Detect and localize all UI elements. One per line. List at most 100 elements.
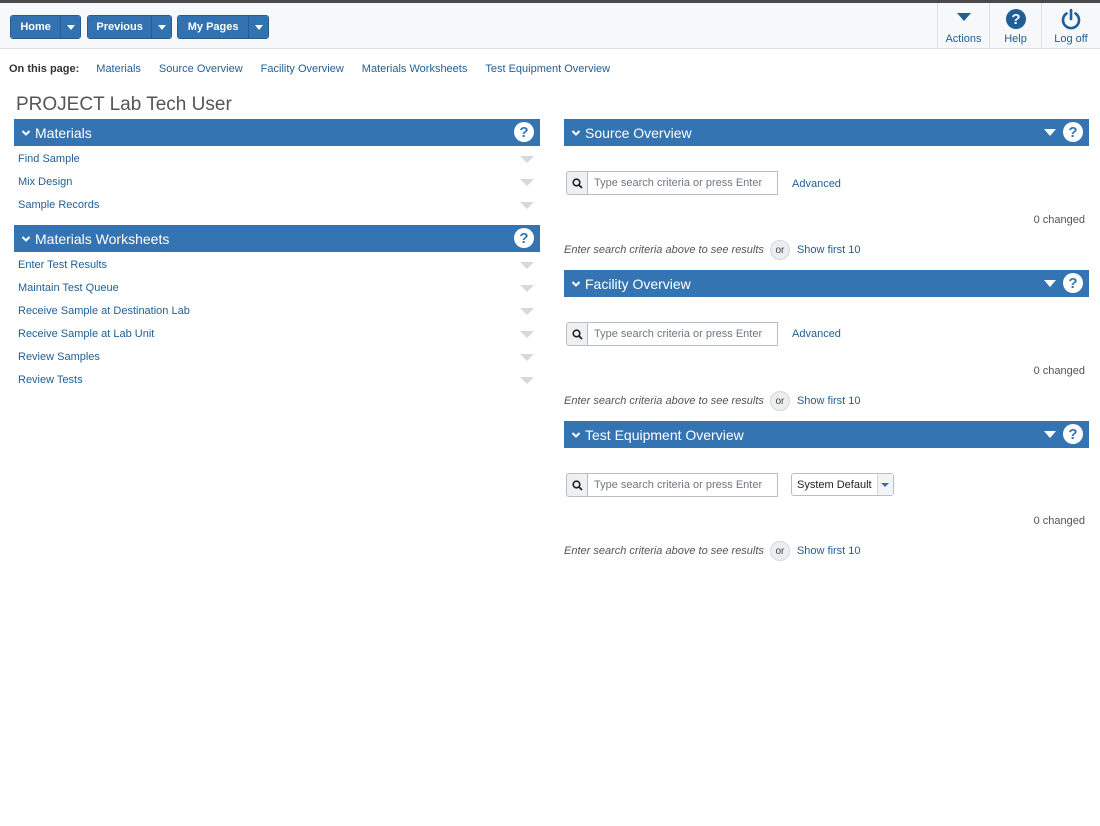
anchor-link-materials-worksheets[interactable]: Materials Worksheets <box>362 63 468 75</box>
previous-dropdown-button[interactable] <box>151 16 171 38</box>
materials-panel-header[interactable]: Materials ? <box>14 119 540 146</box>
or-badge: or <box>769 541 790 561</box>
or-badge: or <box>769 391 790 411</box>
panel-menu-icon[interactable] <box>1044 129 1056 136</box>
worksheets-panel-header[interactable]: Materials Worksheets ? <box>14 225 540 252</box>
source-search-input[interactable] <box>587 171 778 195</box>
source-advanced-link[interactable]: Advanced <box>792 178 841 190</box>
power-icon <box>1061 8 1081 30</box>
panel-menu-icon[interactable] <box>1044 280 1056 287</box>
search-button[interactable] <box>566 473 587 497</box>
help-icon[interactable]: ? <box>1063 273 1083 293</box>
facility-panel-header[interactable]: Facility Overview ? <box>564 270 1089 297</box>
page-title: PROJECT Lab Tech User <box>16 94 232 115</box>
equipment-panel-title: Test Equipment Overview <box>585 426 744 443</box>
my-pages-button[interactable]: My Pages <box>178 16 249 38</box>
list-item[interactable]: Find Sample <box>18 149 534 169</box>
equipment-search-input[interactable] <box>587 473 778 497</box>
equipment-changed-count: 0 changed <box>1033 515 1085 527</box>
my-pages-split-button: My Pages <box>177 15 269 39</box>
home-split-button: Home <box>10 15 81 39</box>
list-item[interactable]: Mix Design <box>18 172 534 192</box>
caret-down-icon[interactable] <box>520 201 534 209</box>
source-search <box>566 171 778 195</box>
help-icon[interactable]: ? <box>1063 122 1083 142</box>
help-icon[interactable]: ? <box>514 228 534 248</box>
caret-down-icon[interactable] <box>520 284 534 292</box>
equipment-view-select[interactable]: System Default <box>791 473 894 496</box>
svg-text:?: ? <box>1011 11 1020 28</box>
search-icon <box>571 177 583 189</box>
chevron-down-icon <box>254 24 263 30</box>
list-item[interactable]: Review Samples <box>18 347 534 367</box>
search-button[interactable] <box>566 171 587 195</box>
actions-button[interactable]: Actions <box>937 3 989 49</box>
search-icon <box>571 479 583 491</box>
caret-down-icon[interactable] <box>520 261 534 269</box>
caret-down-icon[interactable] <box>520 307 534 315</box>
previous-split-button: Previous <box>87 15 172 39</box>
facility-hint: Enter search criteria above to see resul… <box>564 391 861 411</box>
caret-down-icon <box>956 13 971 21</box>
source-show-first-link[interactable]: Show first 10 <box>797 244 861 256</box>
help-icon[interactable]: ? <box>514 122 534 142</box>
equipment-view-select-value: System Default <box>797 478 872 491</box>
top-toolbar: Home Previous My Pages Actions ? Help Lo… <box>0 0 1100 49</box>
chevron-down-icon <box>157 24 166 30</box>
anchor-link-materials[interactable]: Materials <box>96 63 141 75</box>
my-pages-dropdown-button[interactable] <box>248 16 268 38</box>
previous-button[interactable]: Previous <box>88 16 152 38</box>
home-dropdown-button[interactable] <box>60 16 80 38</box>
help-icon[interactable]: ? <box>1063 424 1083 444</box>
anchor-link-facility-overview[interactable]: Facility Overview <box>261 63 344 75</box>
actions-label: Actions <box>945 33 982 45</box>
facility-changed-count: 0 changed <box>1033 365 1085 377</box>
source-hint: Enter search criteria above to see resul… <box>564 240 861 260</box>
facility-search-input[interactable] <box>587 322 778 346</box>
help-button[interactable]: ? Help <box>989 3 1041 49</box>
home-button[interactable]: Home <box>11 16 61 38</box>
facility-show-first-link[interactable]: Show first 10 <box>797 395 861 407</box>
chevron-down-icon <box>21 129 31 136</box>
equipment-show-first-link[interactable]: Show first 10 <box>797 545 861 557</box>
list-item[interactable]: Receive Sample at Destination Lab <box>18 301 534 321</box>
on-this-page-bar: On this page: Materials Source Overview … <box>9 63 628 75</box>
list-item[interactable]: Receive Sample at Lab Unit <box>18 324 534 344</box>
chevron-down-icon <box>571 280 581 287</box>
help-label: Help <box>1004 33 1027 45</box>
chevron-down-icon[interactable] <box>876 474 893 495</box>
caret-down-icon[interactable] <box>520 155 534 163</box>
list-item[interactable]: Maintain Test Queue <box>18 278 534 298</box>
caret-down-icon[interactable] <box>520 353 534 361</box>
search-button[interactable] <box>566 322 587 346</box>
source-changed-count: 0 changed <box>1033 214 1085 226</box>
help-icon: ? <box>1005 9 1026 29</box>
source-panel-title: Source Overview <box>585 124 692 141</box>
facility-search <box>566 322 778 346</box>
list-item[interactable]: Review Tests <box>18 370 534 390</box>
facility-panel-title: Facility Overview <box>585 275 691 292</box>
worksheets-panel-title: Materials Worksheets <box>35 230 170 247</box>
list-item[interactable]: Sample Records <box>18 195 534 215</box>
list-item[interactable]: Enter Test Results <box>18 255 534 275</box>
on-this-page-caption: On this page: <box>9 63 80 75</box>
materials-panel-title: Materials <box>35 124 92 141</box>
chevron-down-icon <box>66 24 75 30</box>
logoff-button[interactable]: Log off <box>1041 3 1100 49</box>
search-icon <box>571 328 583 340</box>
panel-menu-icon[interactable] <box>1044 431 1056 438</box>
logoff-label: Log off <box>1054 33 1088 45</box>
chevron-down-icon <box>571 129 581 136</box>
caret-down-icon[interactable] <box>520 330 534 338</box>
anchor-link-test-equipment-overview[interactable]: Test Equipment Overview <box>485 63 610 75</box>
chevron-down-icon <box>21 235 31 242</box>
equipment-hint: Enter search criteria above to see resul… <box>564 541 861 561</box>
caret-down-icon[interactable] <box>520 178 534 186</box>
facility-advanced-link[interactable]: Advanced <box>792 328 841 340</box>
chevron-down-icon <box>571 431 581 438</box>
or-badge: or <box>769 240 790 260</box>
caret-down-icon[interactable] <box>520 376 534 384</box>
equipment-panel-header[interactable]: Test Equipment Overview ? <box>564 421 1089 448</box>
source-panel-header[interactable]: Source Overview ? <box>564 119 1089 146</box>
anchor-link-source-overview[interactable]: Source Overview <box>159 63 243 75</box>
